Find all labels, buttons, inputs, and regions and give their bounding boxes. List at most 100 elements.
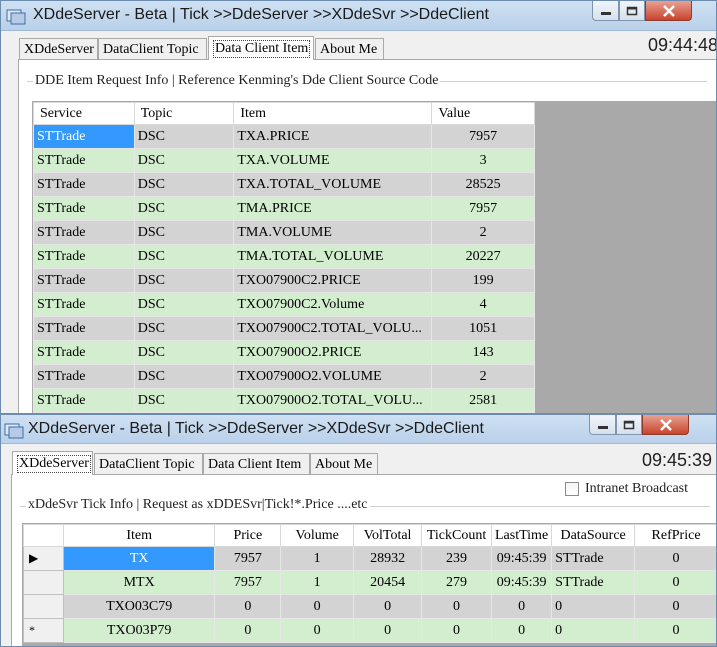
table-row[interactable]: STTrade DSC TXA.TOTAL_VOLUME 28525 <box>33 172 535 197</box>
column-header-item[interactable]: Item <box>62 524 216 547</box>
table-row[interactable]: STTrade DSC TMA.PRICE 7957 <box>33 196 535 221</box>
cell-topic[interactable]: DSC <box>133 220 235 245</box>
cell-tickcount[interactable]: 0 <box>421 594 492 619</box>
cell-price[interactable]: 7957 <box>214 570 282 595</box>
cell-value[interactable]: 20227 <box>431 244 535 269</box>
cell-item[interactable]: TXO07900O2.PRICE <box>233 340 433 365</box>
cell-value[interactable]: 28525 <box>431 172 535 197</box>
cell-tickcount[interactable]: 239 <box>421 546 492 571</box>
tab-dataclient-topic[interactable]: DataClient Topic <box>98 38 207 60</box>
title-bar[interactable]: XDdeServer - Beta | Tick >>DdeServer >>X… <box>1 415 716 444</box>
row-marker[interactable] <box>23 594 64 619</box>
table-row[interactable]: TXO03C79 0 0 0 0 0 0 0 <box>23 594 716 619</box>
table-row[interactable]: * TXO03P79 0 0 0 0 0 0 0 <box>23 618 716 643</box>
cell-value[interactable]: 2 <box>431 220 535 245</box>
cell-value[interactable]: 3 <box>431 148 535 173</box>
table-row[interactable]: STTrade DSC TXO07900C2.PRICE 199 <box>33 268 535 293</box>
cell-service[interactable]: STTrade <box>33 124 135 149</box>
cell-service[interactable]: STTrade <box>33 292 135 317</box>
table-row[interactable]: STTrade DSC TXO07900C2.TOTAL_VOLU... 105… <box>33 316 535 341</box>
checkbox-box[interactable] <box>565 482 579 496</box>
maximize-button[interactable] <box>616 415 642 435</box>
title-bar[interactable]: XDdeServer - Beta | Tick >>DdeServer >>X… <box>1 1 716 31</box>
cell-value[interactable]: 2581 <box>431 388 535 413</box>
cell-value[interactable]: 4 <box>431 292 535 317</box>
column-header-price[interactable]: Price <box>214 524 282 547</box>
cell-price[interactable]: 0 <box>214 618 282 643</box>
tab-xddeserver[interactable]: XDdeServer <box>12 451 93 475</box>
tab-data-client-item[interactable]: Data Client Item <box>208 36 314 60</box>
cell-value[interactable]: 199 <box>431 268 535 293</box>
column-header-topic[interactable]: Topic <box>133 102 235 125</box>
cell-service[interactable]: STTrade <box>33 172 135 197</box>
table-row[interactable]: MTX 7957 1 20454 279 09:45:39 STTrade 0 <box>23 570 716 595</box>
cell-refprice[interactable]: 0 <box>634 546 716 571</box>
cell-refprice[interactable]: 0 <box>634 618 716 643</box>
cell-lasttime[interactable]: 0 <box>490 618 553 643</box>
table-row[interactable]: STTrade DSC TXO07900O2.VOLUME 2 <box>33 364 535 389</box>
cell-datasource[interactable]: STTrade <box>551 546 636 571</box>
cell-service[interactable]: STTrade <box>33 364 135 389</box>
tab-xddeserver[interactable]: XDdeServer <box>19 38 98 60</box>
column-header-value[interactable]: Value <box>431 102 535 125</box>
row-marker-current[interactable]: ▶ <box>23 546 64 571</box>
cell-volume[interactable]: 0 <box>280 618 355 643</box>
cell-value[interactable]: 143 <box>431 340 535 365</box>
cell-service[interactable]: STTrade <box>33 340 135 365</box>
maximize-button[interactable] <box>619 1 645 21</box>
cell-topic[interactable]: DSC <box>133 244 235 269</box>
cell-voltotal[interactable]: 0 <box>353 594 423 619</box>
column-header-tickcount[interactable]: TickCount <box>421 524 492 547</box>
cell-item[interactable]: TXO07900C2.Volume <box>233 292 433 317</box>
cell-value[interactable]: 2 <box>431 364 535 389</box>
cell-service[interactable]: STTrade <box>33 268 135 293</box>
column-header-item[interactable]: Item <box>233 102 433 125</box>
intranet-broadcast-checkbox[interactable]: Intranet Broadcast <box>565 481 688 497</box>
column-header-refprice[interactable]: RefPrice <box>634 524 716 547</box>
cell-price[interactable]: 0 <box>214 594 282 619</box>
cell-topic[interactable]: DSC <box>133 196 235 221</box>
cell-datasource[interactable]: STTrade <box>551 570 636 595</box>
table-row[interactable]: STTrade DSC TXO07900C2.Volume 4 <box>33 292 535 317</box>
column-header-voltotal[interactable]: VolTotal <box>353 524 423 547</box>
close-button[interactable] <box>642 415 689 435</box>
tab-about-me[interactable]: About Me <box>310 453 378 475</box>
cell-topic[interactable]: DSC <box>133 172 235 197</box>
cell-item[interactable]: TMA.TOTAL_VOLUME <box>233 244 433 269</box>
tab-data-client-item[interactable]: Data Client Item <box>203 453 310 475</box>
cell-topic[interactable]: DSC <box>133 364 235 389</box>
cell-refprice[interactable]: 0 <box>634 594 716 619</box>
cell-topic[interactable]: DSC <box>133 148 235 173</box>
cell-topic[interactable]: DSC <box>133 268 235 293</box>
column-header-datasource[interactable]: DataSource <box>551 524 636 547</box>
cell-service[interactable]: STTrade <box>33 196 135 221</box>
cell-item[interactable]: TX <box>62 546 216 571</box>
cell-item[interactable]: TMA.PRICE <box>233 196 433 221</box>
column-header-volume[interactable]: Volume <box>280 524 355 547</box>
cell-item[interactable]: TXO07900C2.PRICE <box>233 268 433 293</box>
cell-item[interactable]: TXO07900C2.TOTAL_VOLU... <box>233 316 433 341</box>
cell-service[interactable]: STTrade <box>33 148 135 173</box>
cell-topic[interactable]: DSC <box>133 340 235 365</box>
column-header-lasttime[interactable]: LastTime <box>490 524 553 547</box>
table-row[interactable]: STTrade DSC TXA.VOLUME 3 <box>33 148 535 173</box>
table-row[interactable]: STTrade DSC TXA.PRICE 7957 <box>33 124 535 149</box>
cell-service[interactable]: STTrade <box>33 316 135 341</box>
cell-topic[interactable]: DSC <box>133 388 235 413</box>
cell-item[interactable]: TXA.TOTAL_VOLUME <box>233 172 433 197</box>
minimize-button[interactable] <box>589 415 616 435</box>
cell-voltotal[interactable]: 20454 <box>353 570 423 595</box>
table-row[interactable]: ▶ TX 7957 1 28932 239 09:45:39 STTrade 0 <box>23 546 716 571</box>
cell-item[interactable]: MTX <box>62 570 216 595</box>
cell-tickcount[interactable]: 279 <box>421 570 492 595</box>
table-row[interactable]: STTrade DSC TMA.TOTAL_VOLUME 20227 <box>33 244 535 269</box>
cell-topic[interactable]: DSC <box>133 316 235 341</box>
tick-info-grid[interactable]: Item Price Volume VolTotal TickCount Las… <box>23 524 716 643</box>
tab-dataclient-topic[interactable]: DataClient Topic <box>94 453 203 475</box>
cell-volume[interactable]: 1 <box>280 570 355 595</box>
table-row[interactable]: STTrade DSC TMA.VOLUME 2 <box>33 220 535 245</box>
cell-topic[interactable]: DSC <box>133 124 235 149</box>
cell-item[interactable]: TXA.PRICE <box>233 124 433 149</box>
cell-item[interactable]: TXO03C79 <box>62 594 216 619</box>
dde-item-grid[interactable]: Service Topic Item Value STTrade DSC TXA… <box>33 102 535 413</box>
